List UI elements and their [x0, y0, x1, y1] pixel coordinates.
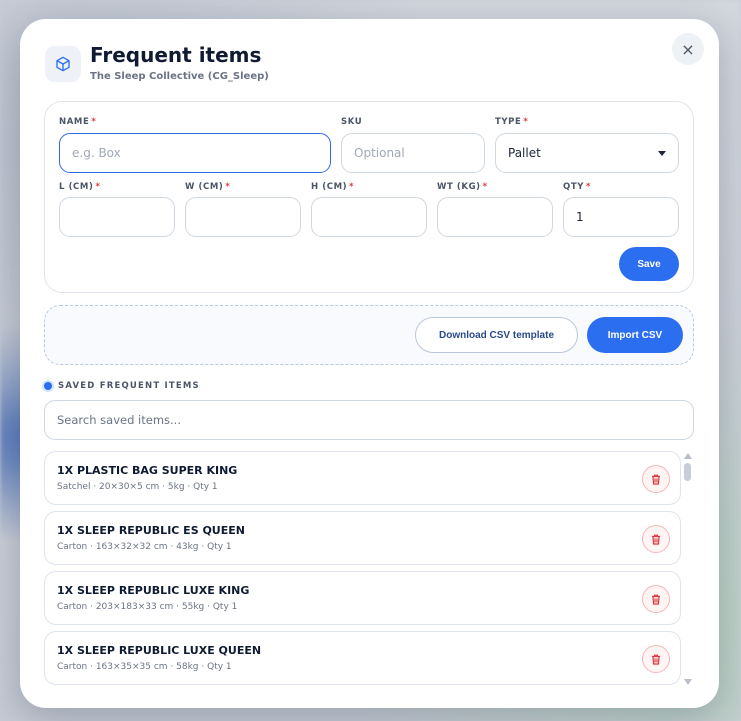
item-meta: Carton · 163×32×32 cm · 43kg · Qty 1 — [57, 542, 232, 552]
close-icon: × — [681, 39, 695, 59]
item-meta: Satchel · 20×30×5 cm · 5kg · Qty 1 — [57, 482, 218, 492]
required-mark: * — [482, 182, 488, 192]
width-label-text: W (CM) — [185, 182, 224, 192]
saved-item[interactable]: 1X SLEEP REPUBLIC LUXE KING Carton · 203… — [44, 571, 681, 625]
import-csv-button[interactable]: Import CSV — [587, 317, 683, 353]
qty-label: QTY * — [563, 182, 591, 192]
package-icon — [45, 46, 81, 82]
weight-label-text: WT (KG) — [437, 182, 481, 192]
saved-items-section-title: SAVED FREQUENT ITEMS — [58, 381, 200, 391]
download-csv-template-button[interactable]: Download CSV template — [415, 317, 578, 353]
csv-panel: Download CSV template Import CSV — [44, 305, 694, 365]
required-mark: * — [95, 182, 101, 192]
width-label: W (CM) * — [185, 182, 230, 192]
sku-label: SKU — [341, 117, 362, 127]
scroll-up-arrow-icon[interactable] — [684, 453, 692, 459]
length-label: L (CM) * — [59, 182, 101, 192]
item-name: 1X SLEEP REPUBLIC LUXE QUEEN — [57, 644, 262, 657]
item-name: 1X PLASTIC BAG SUPER KING — [57, 464, 238, 477]
saved-item[interactable]: 1X PLASTIC BAG SUPER KING Satchel · 20×3… — [44, 451, 681, 505]
length-input[interactable] — [59, 197, 175, 237]
close-button[interactable]: × — [672, 33, 704, 65]
type-select-value: Pallet — [508, 146, 541, 160]
sku-input[interactable] — [341, 133, 485, 173]
delete-item-button[interactable] — [642, 525, 670, 553]
sku-label-text: SKU — [341, 117, 363, 127]
item-meta: Carton · 163×35×35 cm · 58kg · Qty 1 — [57, 662, 232, 672]
scroll-thumb[interactable] — [684, 463, 691, 481]
height-input[interactable] — [311, 197, 427, 237]
item-meta: Carton · 203×183×33 cm · 55kg · Qty 1 — [57, 602, 238, 612]
section-dot-icon — [44, 382, 52, 390]
delete-item-button[interactable] — [642, 585, 670, 613]
item-name: 1X SLEEP REPUBLIC ES QUEEN — [57, 524, 245, 537]
weight-input[interactable] — [437, 197, 553, 237]
modal-subtitle: The Sleep Collective (CG_Sleep) — [90, 71, 269, 82]
name-input[interactable] — [59, 133, 331, 173]
item-name: 1X SLEEP REPUBLIC LUXE KING — [57, 584, 250, 597]
add-item-form: NAME* SKU TYPE* Pallet L (CM)* W (CM)* H… — [44, 101, 694, 293]
saved-items-list: 1X PLASTIC BAG SUPER KING Satchel · 20×3… — [44, 451, 681, 687]
scroll-down-arrow-icon[interactable] — [684, 679, 692, 685]
saved-item[interactable]: 1X SLEEP REPUBLIC LUXE QUEEN Carton · 16… — [44, 631, 681, 685]
type-label: TYPE * — [495, 117, 528, 127]
trash-icon — [652, 594, 660, 605]
frequent-items-modal: Frequent items The Sleep Collective (CG_… — [20, 19, 719, 708]
trash-icon — [652, 474, 660, 485]
required-mark: * — [523, 117, 529, 127]
list-scrollbar[interactable] — [681, 451, 695, 687]
required-mark: * — [225, 182, 231, 192]
caret-down-icon — [658, 150, 666, 156]
saved-item[interactable]: 1X SLEEP REPUBLIC ES QUEEN Carton · 163×… — [44, 511, 681, 565]
required-mark: * — [91, 117, 97, 127]
required-mark: * — [585, 182, 592, 192]
qty-label-text: QTY — [563, 182, 584, 192]
save-button[interactable]: Save — [619, 247, 679, 281]
trash-icon — [652, 534, 660, 545]
delete-item-button[interactable] — [642, 465, 670, 493]
height-label-text: H (CM) — [311, 182, 348, 192]
length-label-text: L (CM) — [59, 182, 94, 192]
delete-item-button[interactable] — [642, 645, 670, 673]
trash-icon — [652, 654, 660, 665]
search-saved-items-input[interactable] — [44, 400, 694, 440]
modal-title: Frequent items — [90, 43, 262, 67]
name-label: NAME * — [59, 117, 96, 127]
weight-label: WT (KG) * — [437, 182, 488, 192]
height-label: H (CM) * — [311, 182, 354, 192]
qty-input[interactable] — [563, 197, 679, 237]
width-input[interactable] — [185, 197, 301, 237]
required-mark: * — [349, 182, 355, 192]
type-select[interactable]: Pallet — [495, 133, 679, 173]
type-label-text: TYPE — [495, 117, 522, 127]
name-label-text: NAME — [59, 117, 90, 127]
